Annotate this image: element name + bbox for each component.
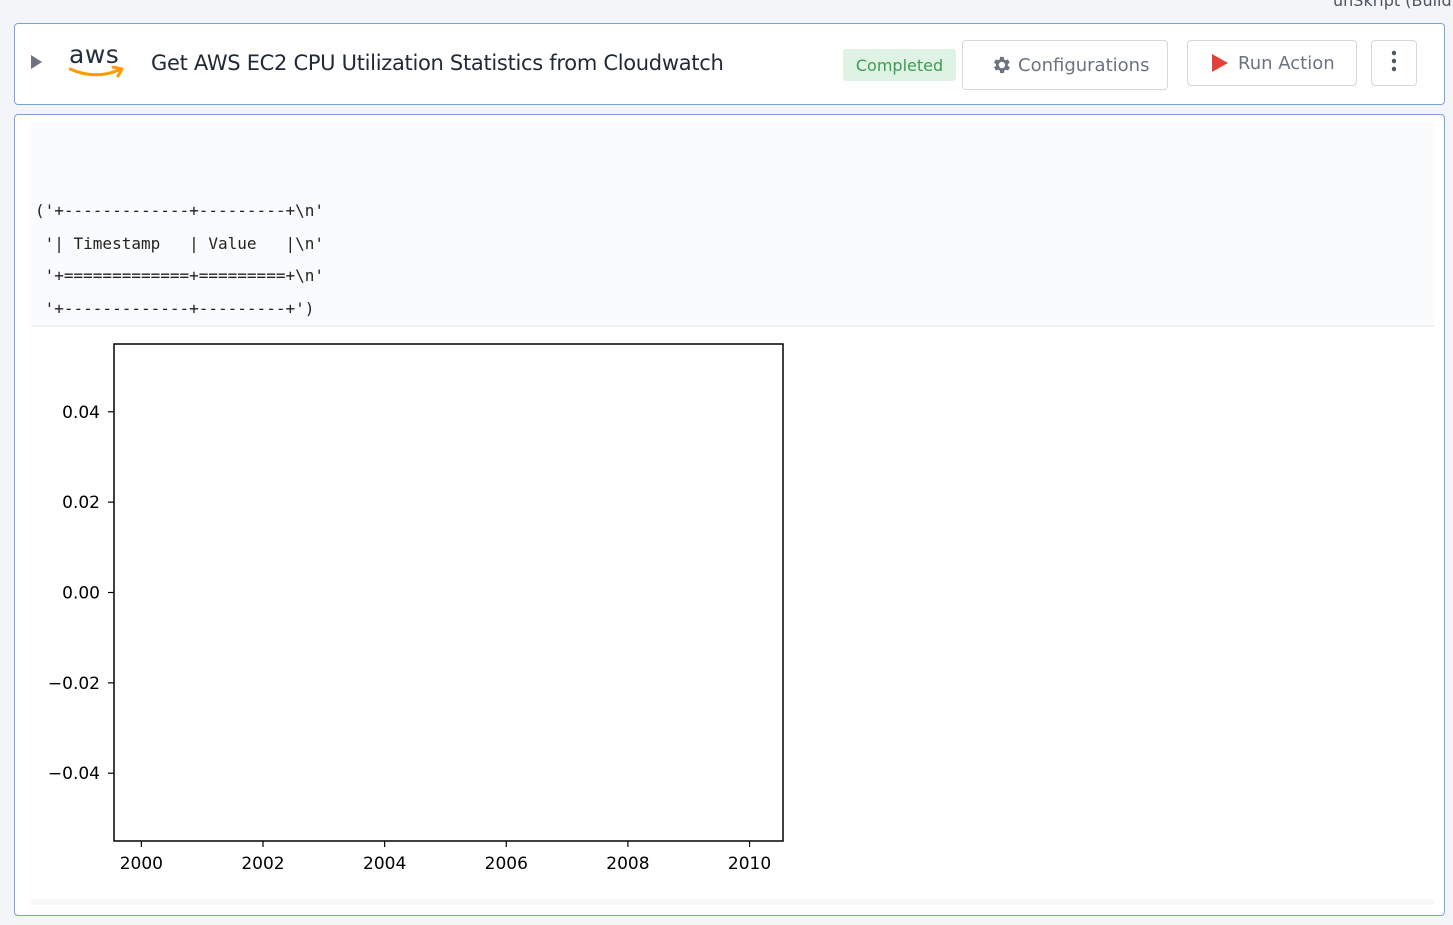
y-tick-label: 0.02 <box>62 493 100 513</box>
x-tick-label: 2004 <box>363 854 406 874</box>
y-tick-label: −0.04 <box>48 764 100 784</box>
vertical-dots-icon <box>1391 50 1397 77</box>
caret-right-icon[interactable] <box>29 54 43 70</box>
configurations-button[interactable]: Configurations <box>962 40 1168 90</box>
chart-output-cell: 0.04 0.02 0.00 −0.02 −0.04 2000 2002 2004 2006 20… <box>31 331 1434 899</box>
x-tick-label: 2010 <box>728 854 771 874</box>
text-output-cell: ('+-------------+---------+\n' '| Timest… <box>31 149 1434 325</box>
plot-area <box>113 343 784 842</box>
configurations-label: Configurations <box>1018 54 1150 76</box>
output-toolbar-strip <box>31 121 1434 149</box>
cpu-utilization-chart: 0.04 0.02 0.00 −0.02 −0.04 2000 2002 2004 2006 20… <box>48 343 784 874</box>
gear-icon <box>990 54 1012 76</box>
table-text-output: ('+-------------+---------+\n' '| Timest… <box>35 201 324 318</box>
aws-logo-text: aws <box>69 40 120 69</box>
x-tick-label: 2008 <box>606 854 649 874</box>
play-icon <box>1211 53 1229 73</box>
action-title: Get AWS EC2 CPU Utilization Statistics f… <box>151 51 724 75</box>
aws-smile-icon <box>69 66 124 78</box>
y-tick-label: 0.04 <box>62 403 100 423</box>
y-tick-label: 0.00 <box>62 584 100 604</box>
run-action-label: Run Action <box>1238 52 1335 74</box>
x-tick-label: 2000 <box>120 854 163 874</box>
status-badge: Completed <box>843 49 956 81</box>
output-footer-strip <box>31 899 1434 905</box>
action-header: aws Get AWS EC2 CPU Utilization Statisti… <box>14 23 1445 105</box>
app-corner-label: unSkript (Build <box>1333 0 1452 10</box>
x-tick-label: 2006 <box>485 854 528 874</box>
action-output-panel: ('+-------------+---------+\n' '| Timest… <box>14 114 1445 916</box>
run-action-button[interactable]: Run Action <box>1187 40 1357 86</box>
x-tick-label: 2002 <box>241 854 284 874</box>
output-divider <box>31 325 1434 327</box>
more-options-button[interactable] <box>1371 40 1417 86</box>
aws-logo: aws <box>69 42 125 82</box>
y-tick-label: −0.02 <box>48 674 100 694</box>
